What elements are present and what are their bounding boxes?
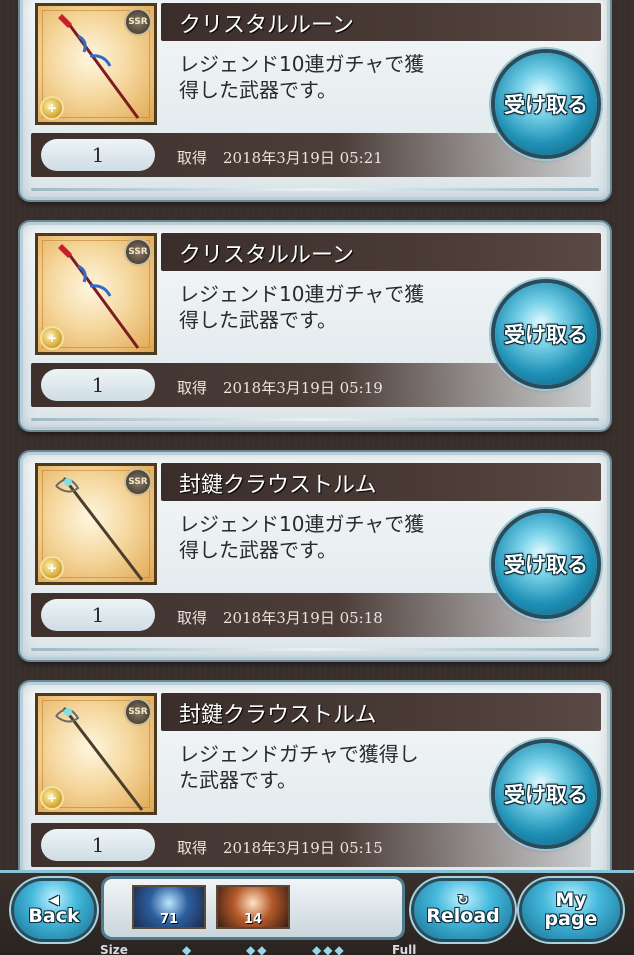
title-bar: 封鍵クラウストルム <box>161 463 601 501</box>
reload-button[interactable]: ↻ Reload <box>414 881 512 939</box>
size-option-full[interactable]: Full <box>392 943 416 955</box>
reload-button-label: Reload <box>426 905 500 927</box>
acquired-info: 取得 2018年3月19日 05:15 <box>177 837 383 858</box>
footer-bar: ◀ Back 71 14 ↻ Reload My page Size ◆ ◆◆ … <box>0 870 634 955</box>
description-line: た武器です。 <box>179 768 297 792</box>
coin-icon: + <box>40 556 64 580</box>
item-title: クリスタルルーン <box>179 13 354 38</box>
receive-button[interactable]: 受け取る <box>495 743 597 845</box>
rarity-badge: SSR <box>124 698 152 726</box>
item-title: 封鍵クラウストルム <box>179 473 377 498</box>
acquired-date: 2018年3月19日 05:18 <box>223 609 383 627</box>
acquired-date: 2018年3月19日 05:15 <box>223 839 383 857</box>
acquired-label: 取得 <box>177 609 208 627</box>
item-tray: 71 14 <box>104 879 402 937</box>
quantity-badge: 1 <box>41 829 155 861</box>
description-line: レジェンド10連ガチャで獲 <box>179 282 425 306</box>
description-line: レジェンドガチャで獲得し <box>179 742 419 766</box>
back-button[interactable]: ◀ Back <box>14 881 94 939</box>
ticket-count: 14 <box>243 912 263 927</box>
coin-icon: + <box>40 786 64 810</box>
size-label: Size <box>100 943 128 955</box>
present-card: SSR + 封鍵クラウストルム レジェンドガチャで獲得し た武器です。 1 取得… <box>20 682 610 870</box>
size-option-small[interactable]: ◆ <box>182 943 193 955</box>
item-description: レジェンドガチャで獲得し た武器です。 <box>179 741 479 793</box>
quantity-badge: 1 <box>41 139 155 171</box>
item-description: レジェンド10連ガチャで獲 得した武器です。 <box>179 51 479 103</box>
mypage-button[interactable]: My page <box>522 881 620 939</box>
title-bar: 封鍵クラウストルム <box>161 693 601 731</box>
size-selector: Size ◆ ◆◆ ◆◆◆ Full <box>0 943 634 955</box>
rarity-badge: SSR <box>124 468 152 496</box>
description-line: 得した武器です。 <box>179 308 337 332</box>
receive-button-label: 受け取る <box>504 553 588 577</box>
ticket-item[interactable]: 14 <box>216 885 290 929</box>
acquired-info: 取得 2018年3月19日 05:18 <box>177 607 383 628</box>
receive-button-label: 受け取る <box>504 323 588 347</box>
back-button-label: Back <box>28 905 80 927</box>
item-title: クリスタルルーン <box>179 243 354 268</box>
weapon-thumbnail: SSR + <box>35 693 157 815</box>
receive-button-label: 受け取る <box>504 93 588 117</box>
rarity-badge: SSR <box>124 238 152 266</box>
description-line: レジェンド10連ガチャで獲 <box>179 52 425 76</box>
weapon-thumbnail: SSR + <box>35 3 157 125</box>
acquired-label: 取得 <box>177 379 208 397</box>
size-option-large[interactable]: ◆◆◆ <box>312 943 346 955</box>
crystal-count: 71 <box>159 912 179 927</box>
receive-button-label: 受け取る <box>504 783 588 807</box>
info-bar: 1 取得 2018年3月19日 05:21 <box>31 133 591 177</box>
present-list: SSR + クリスタルルーン レジェンド10連ガチャで獲 得した武器です。 1 … <box>0 0 634 870</box>
acquired-label: 取得 <box>177 839 208 857</box>
coin-icon: + <box>40 326 64 350</box>
coin-icon: + <box>40 96 64 120</box>
present-card: SSR + クリスタルルーン レジェンド10連ガチャで獲 得した武器です。 1 … <box>20 0 610 200</box>
info-bar: 1 取得 2018年3月19日 05:15 <box>31 823 591 867</box>
description-line: レジェンド10連ガチャで獲 <box>179 512 425 536</box>
item-description: レジェンド10連ガチャで獲 得した武器です。 <box>179 281 479 333</box>
crystal-item[interactable]: 71 <box>132 885 206 929</box>
size-option-medium[interactable]: ◆◆ <box>246 943 268 955</box>
acquired-date: 2018年3月19日 05:19 <box>223 379 383 397</box>
weapon-thumbnail: SSR + <box>35 233 157 355</box>
title-bar: クリスタルルーン <box>161 233 601 271</box>
acquired-info: 取得 2018年3月19日 05:21 <box>177 147 383 168</box>
acquired-label: 取得 <box>177 149 208 167</box>
acquired-info: 取得 2018年3月19日 05:19 <box>177 377 383 398</box>
quantity-badge: 1 <box>41 369 155 401</box>
receive-button[interactable]: 受け取る <box>495 53 597 155</box>
rarity-badge: SSR <box>124 8 152 36</box>
info-bar: 1 取得 2018年3月19日 05:18 <box>31 593 591 637</box>
item-description: レジェンド10連ガチャで獲 得した武器です。 <box>179 511 479 563</box>
item-title: 封鍵クラウストルム <box>179 703 377 728</box>
description-line: 得した武器です。 <box>179 78 337 102</box>
present-card: SSR + 封鍵クラウストルム レジェンド10連ガチャで獲 得した武器です。 1… <box>20 452 610 660</box>
description-line: 得した武器です。 <box>179 538 337 562</box>
info-bar: 1 取得 2018年3月19日 05:19 <box>31 363 591 407</box>
quantity-badge: 1 <box>41 599 155 631</box>
receive-button[interactable]: 受け取る <box>495 513 597 615</box>
mypage-label-line2: page <box>544 908 598 930</box>
acquired-date: 2018年3月19日 05:21 <box>223 149 383 167</box>
title-bar: クリスタルルーン <box>161 3 601 41</box>
receive-button[interactable]: 受け取る <box>495 283 597 385</box>
weapon-thumbnail: SSR + <box>35 463 157 585</box>
present-card: SSR + クリスタルルーン レジェンド10連ガチャで獲 得した武器です。 1 … <box>20 222 610 430</box>
